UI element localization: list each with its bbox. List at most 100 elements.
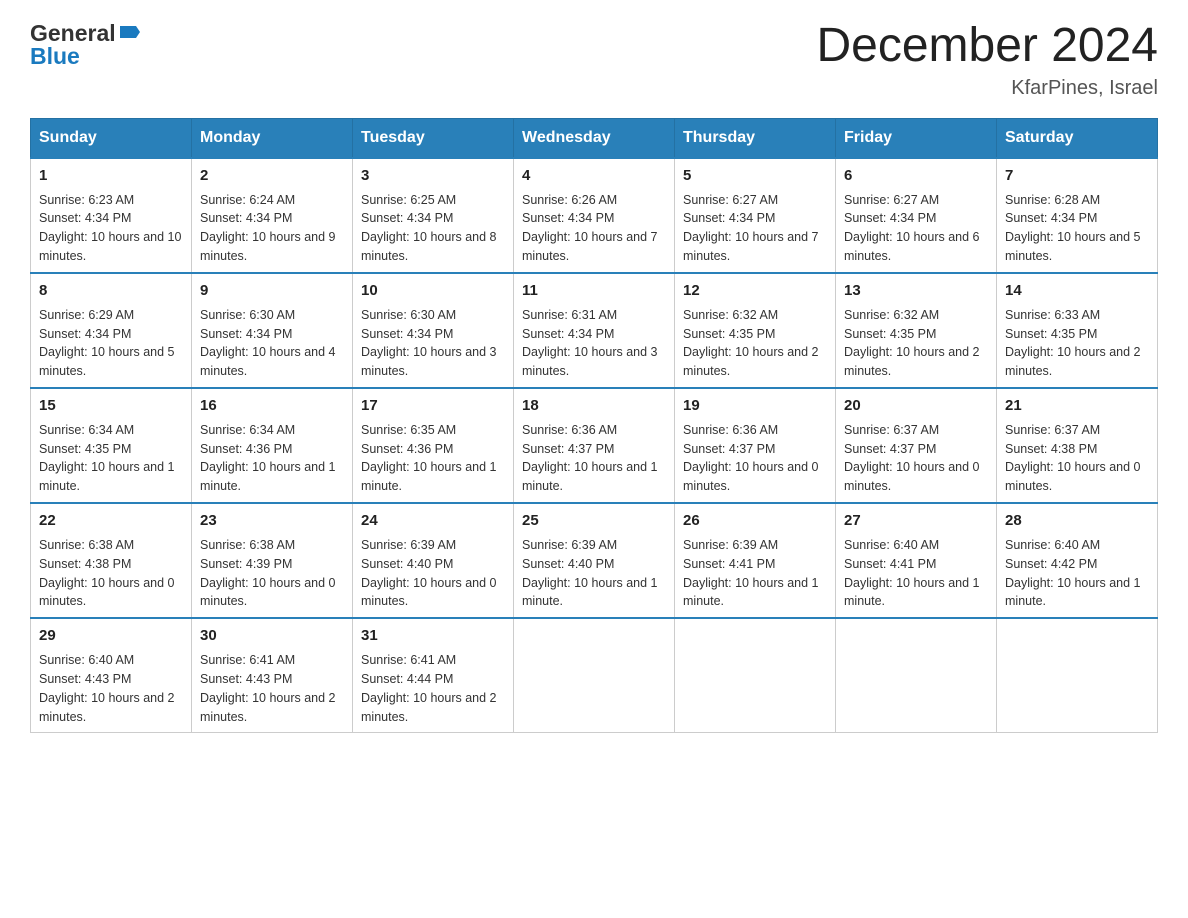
day-info: Sunrise: 6:27 AMSunset: 4:34 PMDaylight:… bbox=[844, 193, 980, 264]
day-number: 1 bbox=[39, 165, 183, 187]
col-header-wednesday: Wednesday bbox=[514, 118, 675, 158]
calendar-cell bbox=[675, 618, 836, 733]
day-number: 28 bbox=[1005, 510, 1149, 532]
day-number: 30 bbox=[200, 625, 344, 647]
day-number: 26 bbox=[683, 510, 827, 532]
day-info: Sunrise: 6:23 AMSunset: 4:34 PMDaylight:… bbox=[39, 193, 181, 264]
calendar-cell: 4Sunrise: 6:26 AMSunset: 4:34 PMDaylight… bbox=[514, 158, 675, 273]
calendar-cell: 22 Sunrise: 6:38 AMSunset: 4:38 PMDayligh… bbox=[31, 503, 192, 618]
calendar-cell: 13 Sunrise: 6:32 AMSunset: 4:35 PMDayligh… bbox=[836, 273, 997, 388]
day-info: Sunrise: 6:41 AMSunset: 4:43 PMDaylight:… bbox=[200, 653, 336, 724]
day-number: 25 bbox=[522, 510, 666, 532]
day-number: 18 bbox=[522, 395, 666, 417]
calendar-cell: 28 Sunrise: 6:40 AMSunset: 4:42 PMDayligh… bbox=[997, 503, 1158, 618]
calendar-week-row: 29 Sunrise: 6:40 AMSunset: 4:43 PMDayligh… bbox=[31, 618, 1158, 733]
calendar-cell: 27Sunrise: 6:40 AMSunset: 4:41 PMDayligh… bbox=[836, 503, 997, 618]
calendar-cell: 11Sunrise: 6:31 AMSunset: 4:34 PMDayligh… bbox=[514, 273, 675, 388]
day-number: 4 bbox=[522, 165, 666, 187]
calendar-cell: 17 Sunrise: 6:35 AMSunset: 4:36 PMDayligh… bbox=[353, 388, 514, 503]
day-info: Sunrise: 6:39 AMSunset: 4:40 PMDaylight:… bbox=[361, 538, 497, 609]
col-header-monday: Monday bbox=[192, 118, 353, 158]
day-number: 31 bbox=[361, 625, 505, 647]
day-number: 6 bbox=[844, 165, 988, 187]
logo: General Blue bbox=[30, 20, 140, 70]
day-number: 22 bbox=[39, 510, 183, 532]
calendar-cell: 30 Sunrise: 6:41 AMSunset: 4:43 PMDayligh… bbox=[192, 618, 353, 733]
day-number: 24 bbox=[361, 510, 505, 532]
calendar-cell bbox=[836, 618, 997, 733]
day-number: 5 bbox=[683, 165, 827, 187]
day-number: 27 bbox=[844, 510, 988, 532]
calendar-cell: 5 Sunrise: 6:27 AMSunset: 4:34 PMDaylight… bbox=[675, 158, 836, 273]
day-info: Sunrise: 6:37 AMSunset: 4:38 PMDaylight:… bbox=[1005, 423, 1141, 494]
day-info: Sunrise: 6:38 AMSunset: 4:39 PMDaylight:… bbox=[200, 538, 336, 609]
day-number: 13 bbox=[844, 280, 988, 302]
calendar-title: December 2024 bbox=[816, 20, 1158, 73]
day-number: 19 bbox=[683, 395, 827, 417]
day-number: 3 bbox=[361, 165, 505, 187]
calendar-table: SundayMondayTuesdayWednesdayThursdayFrid… bbox=[30, 118, 1158, 734]
calendar-cell: 6 Sunrise: 6:27 AMSunset: 4:34 PMDaylight… bbox=[836, 158, 997, 273]
day-number: 16 bbox=[200, 395, 344, 417]
day-info: Sunrise: 6:32 AMSunset: 4:35 PMDaylight:… bbox=[683, 308, 819, 379]
calendar-cell: 8Sunrise: 6:29 AMSunset: 4:34 PMDaylight… bbox=[31, 273, 192, 388]
col-header-thursday: Thursday bbox=[675, 118, 836, 158]
day-info: Sunrise: 6:30 AMSunset: 4:34 PMDaylight:… bbox=[361, 308, 497, 379]
day-info: Sunrise: 6:25 AMSunset: 4:34 PMDaylight:… bbox=[361, 193, 497, 264]
calendar-cell: 1 Sunrise: 6:23 AMSunset: 4:34 PMDaylight… bbox=[31, 158, 192, 273]
calendar-week-row: 15 Sunrise: 6:34 AMSunset: 4:35 PMDayligh… bbox=[31, 388, 1158, 503]
calendar-cell: 7 Sunrise: 6:28 AMSunset: 4:34 PMDaylight… bbox=[997, 158, 1158, 273]
title-area: December 2024 KfarPines, Israel bbox=[816, 20, 1158, 100]
day-number: 21 bbox=[1005, 395, 1149, 417]
calendar-cell: 19 Sunrise: 6:36 AMSunset: 4:37 PMDayligh… bbox=[675, 388, 836, 503]
calendar-cell: 31 Sunrise: 6:41 AMSunset: 4:44 PMDayligh… bbox=[353, 618, 514, 733]
day-info: Sunrise: 6:24 AMSunset: 4:34 PMDaylight:… bbox=[200, 193, 336, 264]
calendar-cell: 25 Sunrise: 6:39 AMSunset: 4:40 PMDayligh… bbox=[514, 503, 675, 618]
col-header-sunday: Sunday bbox=[31, 118, 192, 158]
day-info: Sunrise: 6:36 AMSunset: 4:37 PMDaylight:… bbox=[683, 423, 819, 494]
calendar-cell: 2Sunrise: 6:24 AMSunset: 4:34 PMDaylight… bbox=[192, 158, 353, 273]
day-info: Sunrise: 6:34 AMSunset: 4:36 PMDaylight:… bbox=[200, 423, 336, 494]
calendar-cell: 15 Sunrise: 6:34 AMSunset: 4:35 PMDayligh… bbox=[31, 388, 192, 503]
col-header-friday: Friday bbox=[836, 118, 997, 158]
calendar-cell: 18Sunrise: 6:36 AMSunset: 4:37 PMDayligh… bbox=[514, 388, 675, 503]
calendar-cell: 24 Sunrise: 6:39 AMSunset: 4:40 PMDayligh… bbox=[353, 503, 514, 618]
calendar-cell: 21 Sunrise: 6:37 AMSunset: 4:38 PMDayligh… bbox=[997, 388, 1158, 503]
day-info: Sunrise: 6:40 AMSunset: 4:43 PMDaylight:… bbox=[39, 653, 175, 724]
calendar-subtitle: KfarPines, Israel bbox=[816, 77, 1158, 100]
day-number: 17 bbox=[361, 395, 505, 417]
day-number: 10 bbox=[361, 280, 505, 302]
calendar-cell: 16 Sunrise: 6:34 AMSunset: 4:36 PMDayligh… bbox=[192, 388, 353, 503]
day-info: Sunrise: 6:39 AMSunset: 4:40 PMDaylight:… bbox=[522, 538, 658, 609]
day-number: 14 bbox=[1005, 280, 1149, 302]
calendar-cell: 3 Sunrise: 6:25 AMSunset: 4:34 PMDaylight… bbox=[353, 158, 514, 273]
col-header-tuesday: Tuesday bbox=[353, 118, 514, 158]
calendar-cell: 12Sunrise: 6:32 AMSunset: 4:35 PMDayligh… bbox=[675, 273, 836, 388]
calendar-header-row: SundayMondayTuesdayWednesdayThursdayFrid… bbox=[31, 118, 1158, 158]
day-info: Sunrise: 6:30 AMSunset: 4:34 PMDaylight:… bbox=[200, 308, 336, 379]
calendar-cell: 9Sunrise: 6:30 AMSunset: 4:34 PMDaylight… bbox=[192, 273, 353, 388]
day-info: Sunrise: 6:41 AMSunset: 4:44 PMDaylight:… bbox=[361, 653, 497, 724]
day-number: 7 bbox=[1005, 165, 1149, 187]
calendar-cell: 26Sunrise: 6:39 AMSunset: 4:41 PMDayligh… bbox=[675, 503, 836, 618]
day-info: Sunrise: 6:37 AMSunset: 4:37 PMDaylight:… bbox=[844, 423, 980, 494]
day-info: Sunrise: 6:27 AMSunset: 4:34 PMDaylight:… bbox=[683, 193, 819, 264]
day-number: 23 bbox=[200, 510, 344, 532]
day-number: 20 bbox=[844, 395, 988, 417]
calendar-cell: 14 Sunrise: 6:33 AMSunset: 4:35 PMDayligh… bbox=[997, 273, 1158, 388]
day-number: 11 bbox=[522, 280, 666, 302]
day-info: Sunrise: 6:40 AMSunset: 4:42 PMDaylight:… bbox=[1005, 538, 1141, 609]
day-info: Sunrise: 6:32 AMSunset: 4:35 PMDaylight:… bbox=[844, 308, 980, 379]
day-info: Sunrise: 6:38 AMSunset: 4:38 PMDaylight:… bbox=[39, 538, 175, 609]
calendar-week-row: 1 Sunrise: 6:23 AMSunset: 4:34 PMDaylight… bbox=[31, 158, 1158, 273]
day-info: Sunrise: 6:28 AMSunset: 4:34 PMDaylight:… bbox=[1005, 193, 1141, 264]
day-info: Sunrise: 6:35 AMSunset: 4:36 PMDaylight:… bbox=[361, 423, 497, 494]
day-info: Sunrise: 6:34 AMSunset: 4:35 PMDaylight:… bbox=[39, 423, 175, 494]
day-number: 29 bbox=[39, 625, 183, 647]
day-info: Sunrise: 6:33 AMSunset: 4:35 PMDaylight:… bbox=[1005, 308, 1141, 379]
col-header-saturday: Saturday bbox=[997, 118, 1158, 158]
day-info: Sunrise: 6:29 AMSunset: 4:34 PMDaylight:… bbox=[39, 308, 175, 379]
day-number: 15 bbox=[39, 395, 183, 417]
calendar-cell: 20 Sunrise: 6:37 AMSunset: 4:37 PMDayligh… bbox=[836, 388, 997, 503]
calendar-week-row: 8Sunrise: 6:29 AMSunset: 4:34 PMDaylight… bbox=[31, 273, 1158, 388]
